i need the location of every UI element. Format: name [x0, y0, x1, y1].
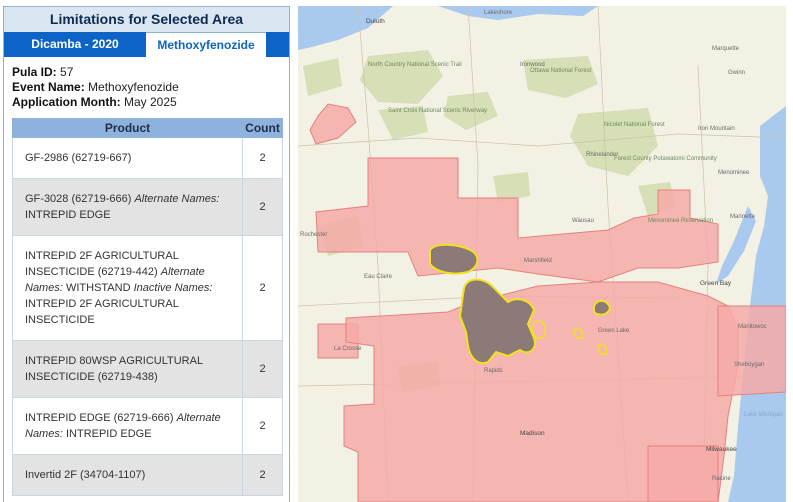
- alternate-names-label: Alternate Names:: [134, 193, 220, 205]
- inactive-names-label: Inactive Names:: [133, 282, 213, 294]
- product-name: INTREPID EDGE (62719-666): [25, 412, 174, 424]
- map-label-marinette: Marinette: [730, 214, 756, 220]
- map-label-madison: Madison: [520, 430, 545, 437]
- application-month-value: May 2025: [124, 95, 177, 109]
- column-header-count: Count: [242, 118, 283, 138]
- count-cell: 2: [242, 454, 283, 496]
- map-label-nicolet-nf: Nicolet National Forest: [604, 122, 665, 128]
- count-cell: 2: [242, 397, 283, 455]
- map-label-ottawa-nf: Ottawa National Forest: [530, 68, 592, 74]
- map-label-north-country-trail: North Country National Scenic Trail: [368, 62, 462, 68]
- map-label-manitowoc: Manitowoc: [738, 324, 767, 330]
- alternate-names-value: WITHSTAND: [65, 282, 131, 294]
- pula-id-label: Pula ID:: [12, 65, 57, 79]
- count-cell: 2: [242, 340, 283, 398]
- product-cell: GF-3028 (62719-666) Alternate Names: INT…: [12, 178, 243, 236]
- map-label-milwaukee: Milwaukee: [706, 446, 737, 453]
- map-label-racine: Racine: [712, 476, 731, 482]
- map-label-marshfield: Marshfield: [524, 258, 552, 264]
- product-cell: GF-2986 (62719-667): [12, 137, 243, 179]
- tab-methoxyfenozide[interactable]: Methoxyfenozide: [146, 32, 266, 57]
- map-label-lake-michigan: Lake Michigan: [744, 412, 783, 418]
- map-label-menominee: Menominee: [718, 170, 750, 176]
- map-label-gwinn: Gwinn: [728, 70, 746, 76]
- product-name: GF-2986 (62719-667): [25, 152, 132, 164]
- map-label-marquette: Marquette: [712, 46, 740, 52]
- pula-id-line: Pula ID: 57: [12, 65, 281, 80]
- tab-bar: Dicamba - 2020 Methoxyfenozide: [4, 32, 289, 57]
- map-label-la-crosse: La Crosse: [334, 346, 362, 352]
- alternate-names-value: INTREPID EDGE: [65, 428, 152, 440]
- map-canvas[interactable]: [298, 6, 786, 502]
- table-row: GF-2986 (62719-667) 2: [12, 137, 283, 179]
- product-table: Product Count GF-2986 (62719-667) 2 GF-3…: [12, 118, 283, 496]
- map-label-eau-claire: Eau Claire: [364, 274, 393, 280]
- column-header-product: Product: [12, 118, 243, 138]
- tab-dicamba-2020[interactable]: Dicamba - 2020: [4, 32, 146, 57]
- map-label-green-bay: Green Bay: [700, 280, 732, 287]
- product-name: INTREPID 2F AGRICULTURAL INSECTICIDE (62…: [25, 250, 179, 278]
- map-view[interactable]: Duluth Lakeshore Marquette Gwinn Ottawa …: [298, 6, 786, 502]
- table-row: GF-3028 (62719-666) Alternate Names: INT…: [12, 178, 283, 236]
- pula-info: Pula ID: 57 Event Name: Methoxyfenozide …: [4, 57, 289, 115]
- product-cell: INTREPID 2F AGRICULTURAL INSECTICIDE (62…: [12, 235, 243, 341]
- map-label-forest-county: Forest County Potawatomi Community: [614, 156, 717, 163]
- count-cell: 2: [242, 178, 283, 236]
- map-label-rapids: Rapids: [484, 368, 503, 374]
- application-month-line: Application Month: May 2025: [12, 95, 281, 110]
- map-label-lakeshore: Lakeshore: [484, 10, 513, 16]
- map-label-iron-mountain: Iron Mountain: [698, 126, 735, 132]
- product-cell: INTREPID 80WSP AGRICULTURAL INSECTICIDE …: [12, 340, 243, 398]
- table-row: INTREPID EDGE (62719-666) Alternate Name…: [12, 397, 283, 455]
- application-month-label: Application Month:: [12, 95, 121, 109]
- table-row: INTREPID 2F AGRICULTURAL INSECTICIDE (62…: [12, 235, 283, 341]
- product-table-wrap: Product Count GF-2986 (62719-667) 2 GF-3…: [12, 118, 283, 496]
- alternate-names-value: INTREPID EDGE: [25, 209, 111, 221]
- inactive-names-value: INTREPID 2F AGRICULTURAL INSECTICIDE: [25, 298, 179, 326]
- product-name: GF-3028 (62719-666): [25, 193, 132, 205]
- table-header-row: Product Count: [12, 118, 283, 138]
- map-label-wausau: Wausau: [572, 218, 594, 224]
- event-name-label: Event Name:: [12, 80, 85, 94]
- table-row: INTREPID 80WSP AGRICULTURAL INSECTICIDE …: [12, 340, 283, 398]
- limitations-panel: Limitations for Selected Area Dicamba - …: [3, 6, 290, 502]
- count-cell: 2: [242, 235, 283, 341]
- map-label-green-lake: Green Lake: [598, 328, 630, 334]
- table-row: Invertid 2F (34704-1107) 2: [12, 454, 283, 496]
- product-name: Invertid 2F (34704-1107): [25, 469, 146, 481]
- map-label-saint-croix: Saint Croix National Scenic Riverway: [388, 108, 488, 114]
- panel-title: Limitations for Selected Area: [4, 7, 289, 32]
- map-label-sheboygan: Sheboygan: [734, 362, 765, 368]
- map-label-menominee-reservation: Menominee Reservation: [648, 218, 714, 224]
- map-label-rochester: Rochester: [300, 232, 328, 238]
- event-name-line: Event Name: Methoxyfenozide: [12, 80, 281, 95]
- product-cell: Invertid 2F (34704-1107): [12, 454, 243, 496]
- map-label-duluth: Duluth: [366, 18, 385, 25]
- map-label-ironwood: Ironwood: [520, 62, 545, 68]
- pula-id-value: 57: [60, 65, 74, 79]
- count-cell: 2: [242, 137, 283, 179]
- event-name-value: Methoxyfenozide: [88, 80, 179, 94]
- product-name: INTREPID 80WSP AGRICULTURAL INSECTICIDE …: [25, 355, 203, 383]
- product-cell: INTREPID EDGE (62719-666) Alternate Name…: [12, 397, 243, 455]
